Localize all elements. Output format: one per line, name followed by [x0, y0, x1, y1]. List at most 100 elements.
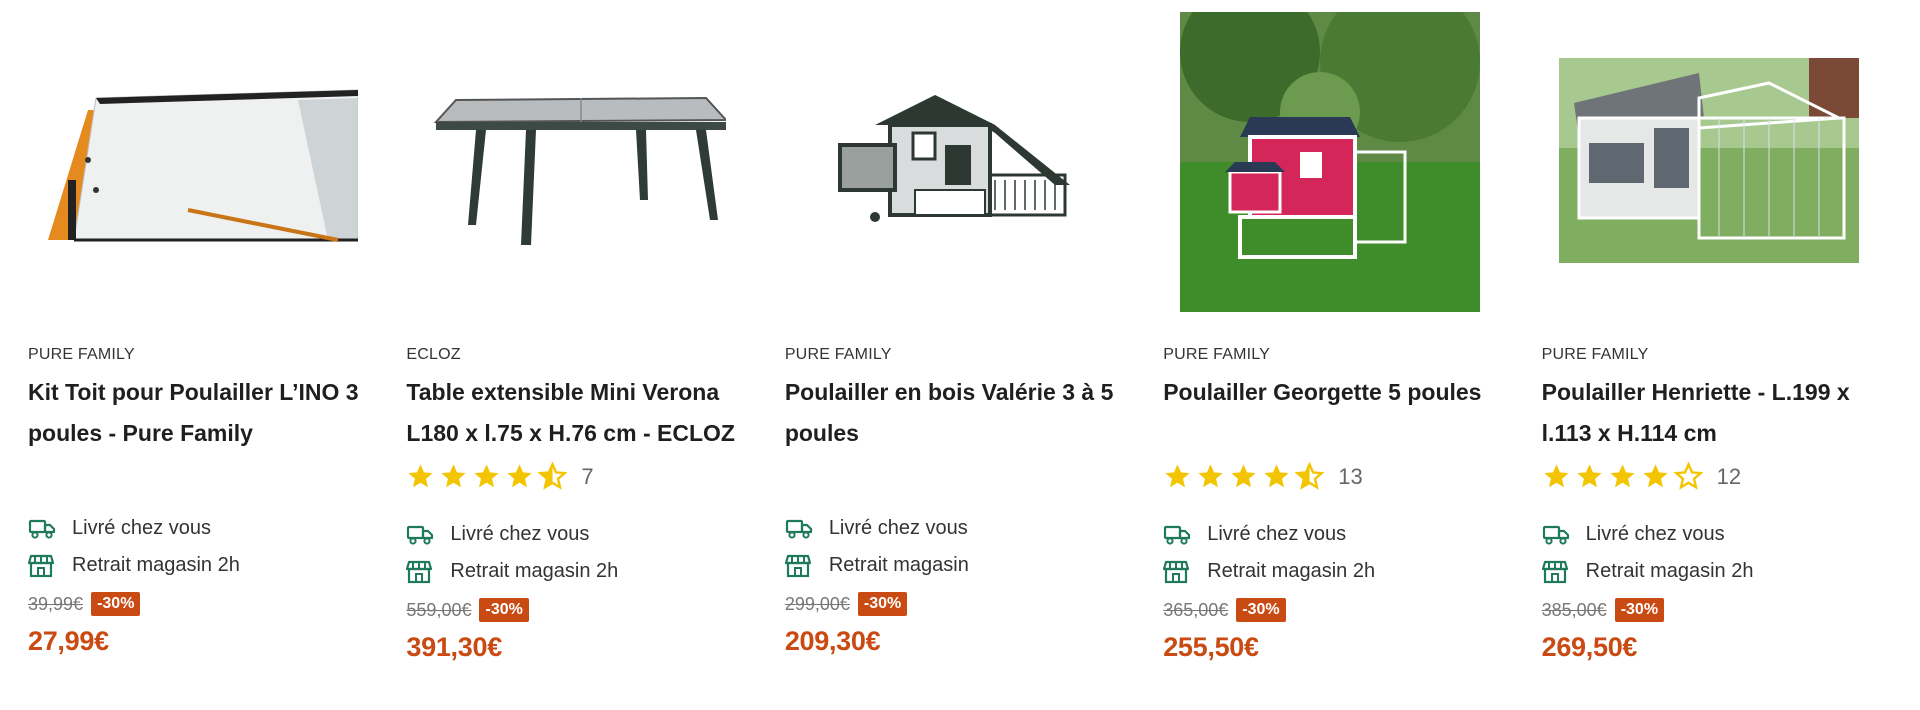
- discount-badge: -30%: [1236, 598, 1286, 622]
- service-label: Livré chez vous: [72, 517, 211, 539]
- service-delivery: Livré chez vous: [785, 510, 969, 547]
- service-pickup: Retrait magasin 2h: [406, 553, 618, 590]
- rating[interactable]: 12: [1542, 462, 1741, 491]
- product-title[interactable]: Kit Toit pour Poulailler L’INO 3 poules …: [28, 372, 368, 454]
- service-label: Retrait magasin 2h: [1585, 560, 1754, 582]
- price-block: 39,99€ -30% 27,99€: [28, 592, 141, 657]
- product-brand: PURE FAMILY: [1163, 346, 1271, 363]
- coop-roof-kit-image: [48, 89, 358, 242]
- service-delivery: Livré chez vous: [1542, 516, 1754, 553]
- discount-badge: -30%: [479, 598, 529, 622]
- rating[interactable]: 13: [1163, 462, 1363, 491]
- truck-icon: [1163, 522, 1193, 548]
- star-icon: [441, 464, 466, 488]
- store-icon: [1541, 559, 1572, 585]
- product-card[interactable]: PURE FAMILY Poulailler Henriette - L.199…: [1541, 0, 1920, 710]
- service-pickup: Retrait magasin 2h: [1163, 553, 1375, 590]
- rating[interactable]: 7: [406, 462, 594, 491]
- truck-icon: [406, 522, 436, 548]
- price-block: 385,00€ -30% 269,50€: [1541, 598, 1665, 663]
- price-block: 365,00€ -30% 255,50€: [1163, 598, 1286, 663]
- grey-chicken-coop-image: [1558, 57, 1859, 263]
- product-image[interactable]: [406, 0, 746, 320]
- half-star-icon: [1295, 462, 1325, 490]
- product-title[interactable]: Poulailler en bois Valérie 3 à 5 poules: [785, 372, 1125, 454]
- rating-count: 13: [1338, 463, 1363, 489]
- product-card[interactable]: PURE FAMILY Poulailler Georgette 5 poule…: [1163, 0, 1541, 710]
- chicken-coop-image: [837, 95, 1070, 222]
- product-title[interactable]: Table extensible Mini Verona L180 x l.75…: [406, 372, 746, 454]
- product-brand: ECLOZ: [406, 346, 461, 363]
- price-block: 299,00€ -30% 209,30€: [784, 592, 908, 657]
- old-price: 559,00€: [406, 599, 472, 620]
- current-price: 391,30€: [406, 632, 502, 662]
- service-label: Retrait magasin: [828, 554, 969, 576]
- product-image[interactable]: [785, 0, 1125, 320]
- discount-badge: -30%: [91, 592, 141, 616]
- product-grid: PURE FAMILY Kit Toit pour Poulailler L’I…: [0, 0, 1920, 710]
- service-pickup: Retrait magasin 2h: [1541, 553, 1754, 590]
- star-icon: [408, 464, 433, 488]
- red-chicken-coop-image: [1180, 12, 1481, 312]
- service-list: Livré chez vous Retrait magasin 2h: [1163, 516, 1375, 590]
- product-card[interactable]: PURE FAMILY Kit Toit pour Poulailler L’I…: [28, 0, 406, 710]
- star-icon: [1577, 464, 1602, 488]
- price-block: 559,00€ -30% 391,30€: [406, 598, 529, 663]
- star-icon: [1610, 464, 1635, 488]
- empty-star-icon: [1673, 462, 1703, 490]
- product-image[interactable]: [1542, 0, 1899, 320]
- star-icon: [1165, 464, 1190, 488]
- store-icon: [406, 559, 436, 585]
- service-delivery: Livré chez vous: [406, 516, 618, 553]
- product-title[interactable]: Poulailler Henriette - L.199 x l.113 x H…: [1542, 372, 1882, 454]
- star-icon: [1643, 464, 1668, 488]
- store-icon: [28, 553, 58, 579]
- service-delivery: Livré chez vous: [1163, 516, 1375, 553]
- star-icon: [1231, 464, 1256, 488]
- product-card[interactable]: ECLOZ Table extensible Mini Verona L180 …: [406, 0, 784, 710]
- service-pickup: Retrait magasin 2h: [28, 547, 240, 584]
- current-price: 27,99€: [28, 626, 109, 656]
- discount-badge: -30%: [1614, 598, 1665, 622]
- service-list: Livré chez vous Retrait magasin 2h: [406, 516, 618, 590]
- service-list: Livré chez vous Retrait magasin: [784, 510, 969, 584]
- star-icon: [1264, 464, 1289, 488]
- half-star-icon: [538, 462, 568, 490]
- service-delivery: Livré chez vous: [28, 510, 240, 547]
- star-icon: [1198, 464, 1223, 488]
- current-price: 269,50€: [1541, 632, 1638, 662]
- current-price: 255,50€: [1163, 632, 1259, 662]
- old-price: 39,99€: [28, 593, 84, 614]
- store-icon: [784, 553, 815, 579]
- truck-icon: [1542, 522, 1572, 548]
- service-label: Retrait magasin 2h: [450, 560, 619, 582]
- service-label: Livré chez vous: [450, 523, 590, 545]
- star-icon: [1544, 464, 1569, 488]
- old-price: 385,00€: [1541, 599, 1607, 620]
- discount-badge: -30%: [857, 592, 908, 616]
- current-price: 209,30€: [784, 626, 881, 656]
- rating-count: 7: [581, 463, 594, 489]
- old-price: 299,00€: [784, 593, 850, 614]
- service-label: Retrait magasin 2h: [1207, 560, 1376, 582]
- service-list: Livré chez vous Retrait magasin 2h: [28, 510, 240, 584]
- product-image[interactable]: [1163, 12, 1520, 312]
- service-pickup: Retrait magasin: [784, 547, 969, 584]
- product-brand: PURE FAMILY: [1541, 346, 1649, 363]
- truck-icon: [785, 516, 815, 542]
- product-brand: PURE FAMILY: [28, 346, 135, 363]
- truck-icon: [28, 516, 58, 542]
- product-card[interactable]: PURE FAMILY Poulailler en bois Valérie 3…: [784, 0, 1163, 710]
- star-icon: [474, 464, 499, 488]
- product-title[interactable]: Poulailler Georgette 5 poules: [1163, 372, 1503, 413]
- service-list: Livré chez vous Retrait magasin 2h: [1541, 516, 1754, 590]
- service-label: Retrait magasin 2h: [72, 554, 240, 576]
- store-icon: [1163, 559, 1193, 585]
- product-brand: PURE FAMILY: [784, 346, 892, 363]
- service-label: Livré chez vous: [828, 517, 968, 539]
- star-icon: [507, 464, 532, 488]
- product-image[interactable]: [28, 0, 368, 320]
- service-label: Livré chez vous: [1207, 523, 1347, 545]
- rating-count: 12: [1716, 463, 1742, 489]
- extensible-table-image: [434, 96, 727, 245]
